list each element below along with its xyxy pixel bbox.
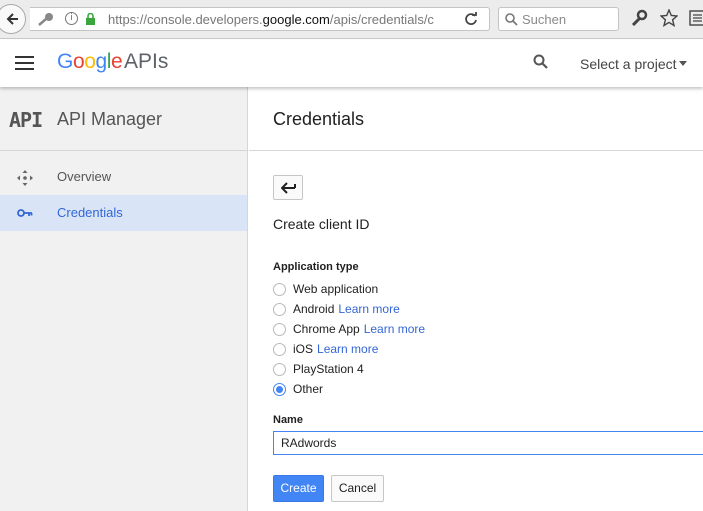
overview-icon bbox=[17, 170, 33, 186]
option-label: Other bbox=[293, 382, 324, 396]
google-logo[interactable]: Google bbox=[57, 50, 123, 74]
bookmark-star-icon[interactable] bbox=[660, 9, 678, 27]
radio-option-web-application[interactable]: Web application bbox=[273, 281, 573, 299]
project-select[interactable]: Select a project bbox=[580, 56, 677, 72]
info-icon[interactable]: i bbox=[65, 12, 78, 25]
sidebar: API API Manager Overview Credentials bbox=[0, 87, 248, 511]
sidebar-item-overview[interactable]: Overview bbox=[0, 159, 247, 195]
browser-toolbar: i https://console.developers.google.com/… bbox=[0, 0, 703, 39]
app-header: Google APIs Select a project bbox=[0, 40, 703, 87]
learn-more-link[interactable]: Learn more bbox=[364, 322, 425, 336]
learn-more-link[interactable]: Learn more bbox=[317, 342, 378, 356]
search-icon[interactable] bbox=[533, 54, 549, 70]
radio-button[interactable] bbox=[273, 343, 286, 356]
menu-icon[interactable] bbox=[15, 56, 34, 70]
radio-button[interactable] bbox=[273, 323, 286, 336]
create-button[interactable]: Create bbox=[273, 475, 324, 502]
sidebar-item-label: Overview bbox=[57, 169, 112, 184]
browser-search-bar[interactable] bbox=[498, 7, 619, 31]
reload-icon[interactable] bbox=[464, 12, 478, 26]
lock-icon bbox=[86, 13, 95, 25]
option-label: iOS bbox=[293, 342, 314, 356]
arrow-left-icon bbox=[6, 13, 18, 25]
logo-letter: e bbox=[111, 50, 123, 73]
arrow-back-icon bbox=[281, 182, 296, 194]
url-host: google.com bbox=[262, 12, 330, 27]
radio-button[interactable] bbox=[273, 363, 286, 376]
search-icon bbox=[505, 13, 518, 26]
logo-letter: g bbox=[95, 50, 108, 73]
url-text[interactable]: https://console.developers.google.com/ap… bbox=[108, 12, 456, 27]
radio-label: Chrome App Learn more bbox=[293, 322, 425, 336]
url-bar[interactable]: i https://console.developers.google.com/… bbox=[30, 7, 490, 31]
chevron-down-icon[interactable] bbox=[679, 61, 687, 66]
cancel-button[interactable]: Cancel bbox=[331, 475, 384, 502]
name-label: Name bbox=[273, 414, 303, 426]
radio-button[interactable] bbox=[273, 303, 286, 316]
sidebar-item-label: Credentials bbox=[57, 205, 123, 220]
reading-list-icon[interactable] bbox=[689, 9, 703, 27]
radio-label: Android Learn more bbox=[293, 302, 400, 316]
option-label: Web application bbox=[293, 282, 379, 296]
radio-label: iOS Learn more bbox=[293, 342, 378, 356]
option-label: Android bbox=[293, 302, 335, 316]
radio-option-ios[interactable]: iOS Learn more bbox=[273, 341, 573, 359]
sidebar-header: API API Manager bbox=[0, 87, 247, 151]
back-button[interactable] bbox=[273, 175, 303, 200]
logo-letter: o bbox=[72, 50, 85, 73]
radio-button-selected[interactable] bbox=[273, 383, 286, 396]
sidebar-title: API Manager bbox=[57, 109, 163, 129]
key-icon bbox=[38, 13, 53, 26]
browser-search-input[interactable] bbox=[522, 11, 614, 27]
radio-label: PlayStation 4 bbox=[293, 362, 364, 376]
radio-label: Web application bbox=[293, 282, 378, 296]
section-title: Create client ID bbox=[273, 216, 370, 232]
page-header: Credentials bbox=[249, 87, 703, 151]
url-suffix: /apis/credentials/c bbox=[329, 12, 434, 27]
product-name: APIs bbox=[124, 50, 169, 73]
browser-back-button[interactable] bbox=[0, 4, 26, 34]
sidebar-item-credentials[interactable]: Credentials bbox=[0, 195, 247, 231]
radio-button[interactable] bbox=[273, 283, 286, 296]
learn-more-link[interactable]: Learn more bbox=[338, 302, 399, 316]
radio-option-android[interactable]: Android Learn more bbox=[273, 301, 573, 319]
key-icon bbox=[17, 209, 33, 217]
api-manager-icon: API bbox=[9, 108, 43, 132]
radio-label: Other bbox=[293, 382, 323, 396]
option-label: Chrome App bbox=[293, 322, 360, 336]
wrench-icon[interactable] bbox=[630, 9, 648, 27]
application-type-label: Application type bbox=[273, 261, 359, 273]
radio-option-other[interactable]: Other bbox=[273, 381, 573, 399]
page-title: Credentials bbox=[273, 109, 365, 129]
radio-option-playstation-4[interactable]: PlayStation 4 bbox=[273, 361, 573, 379]
radio-option-chrome-app[interactable]: Chrome App Learn more bbox=[273, 321, 573, 339]
logo-letter: o bbox=[84, 50, 96, 73]
option-label: PlayStation 4 bbox=[293, 362, 364, 376]
logo-letter: G bbox=[57, 50, 73, 73]
url-prefix: https://console.developers. bbox=[108, 12, 263, 27]
name-input[interactable] bbox=[273, 431, 703, 455]
